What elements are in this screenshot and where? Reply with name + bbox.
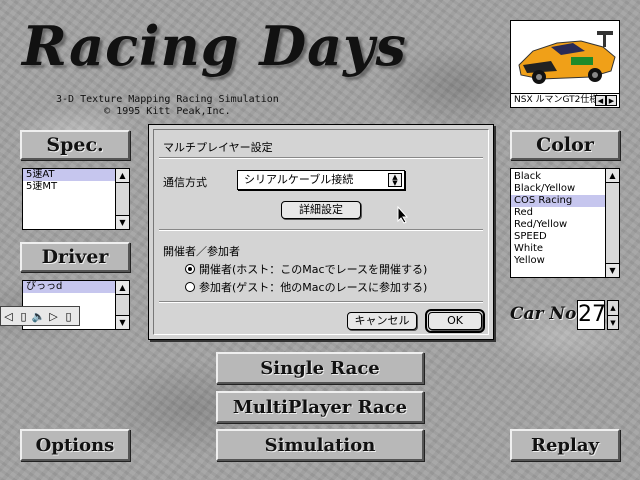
driver-item-0[interactable]: ぴっっd	[23, 281, 129, 293]
comm-method-value: シリアルケーブル接続	[244, 173, 354, 186]
subtitle-line-2: © 1995 Kitt Peak,Inc.	[104, 106, 231, 117]
guest-radio-option[interactable]: 参加者(ゲスト：他のMacのレースに参加する)	[185, 279, 427, 295]
updown-arrows-icon: ▲ ▼	[388, 173, 402, 187]
color-item-5[interactable]: SPEED	[511, 231, 619, 243]
spec-header: Spec.	[20, 130, 130, 160]
host-radio[interactable]	[185, 264, 195, 274]
increment-icon[interactable]: ▲	[608, 301, 618, 316]
options-button[interactable]: Options	[20, 429, 130, 461]
scroll-up-icon[interactable]: ▲	[116, 169, 129, 183]
car-preview: NSX ルマンGT2仕様 ◀ ▶	[510, 20, 620, 108]
host-radio-option[interactable]: 開催者(ホスト：このMacでレースを開催する)	[185, 261, 427, 277]
scroll-up-icon[interactable]: ▲	[116, 281, 129, 295]
guest-radio-label: 参加者(ゲスト：他のMacのレースに参加する)	[199, 281, 428, 294]
car-image	[518, 31, 616, 84]
mouse-pointer-icon	[397, 206, 409, 224]
dialog-divider	[159, 229, 483, 231]
app-logo: Racing Days	[22, 14, 407, 78]
spec-item-1[interactable]: 5速MT	[23, 181, 129, 193]
color-item-7[interactable]: Yellow	[511, 255, 619, 267]
spec-scrollbar[interactable]: ▲ ▼	[115, 169, 129, 229]
strip-separator-icon: ▯	[20, 309, 27, 323]
car-next-icon[interactable]: ▶	[606, 95, 617, 106]
strip-end-icon: ▯	[65, 309, 72, 323]
comm-method-label: 通信方式	[163, 176, 207, 189]
speaker-icon[interactable]: 🔈	[31, 310, 46, 323]
dialog-frame	[153, 129, 489, 335]
strip-right-arrow-icon[interactable]: ▷	[46, 310, 61, 323]
control-strip[interactable]: ◁ ▯ 🔈 ▷ ▯	[0, 306, 80, 326]
spec-item-0[interactable]: 5速AT	[23, 169, 129, 181]
comm-method-select[interactable]: シリアルケーブル接続 ▲ ▼	[237, 170, 405, 190]
color-item-3[interactable]: Red	[511, 207, 619, 219]
color-header: Color	[510, 130, 620, 160]
scroll-down-icon[interactable]: ▼	[116, 315, 129, 329]
scroll-down-icon[interactable]: ▼	[606, 263, 619, 277]
dialog-divider	[159, 301, 483, 303]
strip-left-arrow-icon[interactable]: ◁	[1, 310, 16, 323]
guest-radio[interactable]	[185, 282, 195, 292]
driver-header: Driver	[20, 242, 130, 272]
color-item-1[interactable]: Black/Yellow	[511, 183, 619, 195]
color-item-4[interactable]: Red/Yellow	[511, 219, 619, 231]
car-number-field[interactable]: 27	[577, 300, 606, 330]
detail-settings-button[interactable]: 詳細設定	[281, 201, 361, 219]
multiplayer-settings-dialog: マルチプレイヤー設定 通信方式 シリアルケーブル接続 ▲ ▼ 詳細設定 開催者／参…	[148, 124, 494, 340]
decrement-icon[interactable]: ▼	[608, 316, 618, 330]
car-number-label: Car No.	[510, 304, 582, 324]
color-item-2[interactable]: COS Racing	[511, 195, 619, 207]
replay-button[interactable]: Replay	[510, 429, 620, 461]
color-item-6[interactable]: White	[511, 243, 619, 255]
dialog-divider	[159, 157, 483, 159]
subtitle-line-1: 3-D Texture Mapping Racing Simulation	[56, 94, 279, 105]
car-prev-icon[interactable]: ◀	[595, 95, 606, 106]
simulation-button[interactable]: Simulation	[216, 429, 424, 461]
host-radio-label: 開催者(ホスト：このMacでレースを開催する)	[199, 263, 428, 276]
color-scrollbar[interactable]: ▲ ▼	[605, 169, 619, 277]
color-item-0[interactable]: Black	[511, 171, 619, 183]
color-list[interactable]: Black Black/Yellow COS Racing Red Red/Ye…	[510, 168, 620, 278]
car-number-stepper[interactable]: ▲ ▼	[607, 300, 619, 330]
single-race-button[interactable]: Single Race	[216, 352, 424, 384]
cancel-button[interactable]: キャンセル	[347, 312, 417, 330]
multiplayer-race-button[interactable]: MultiPlayer Race	[216, 391, 424, 423]
ok-button[interactable]: OK	[428, 312, 482, 330]
role-label: 開催者／参加者	[163, 245, 240, 258]
app-subtitle: 3-D Texture Mapping Racing Simulation © …	[56, 94, 279, 118]
spec-list[interactable]: 5速AT 5速MT ▲ ▼	[22, 168, 130, 230]
driver-scrollbar[interactable]: ▲ ▼	[115, 281, 129, 329]
scroll-up-icon[interactable]: ▲	[606, 169, 619, 183]
dialog-title: マルチプレイヤー設定	[163, 141, 273, 154]
scroll-down-icon[interactable]: ▼	[116, 215, 129, 229]
